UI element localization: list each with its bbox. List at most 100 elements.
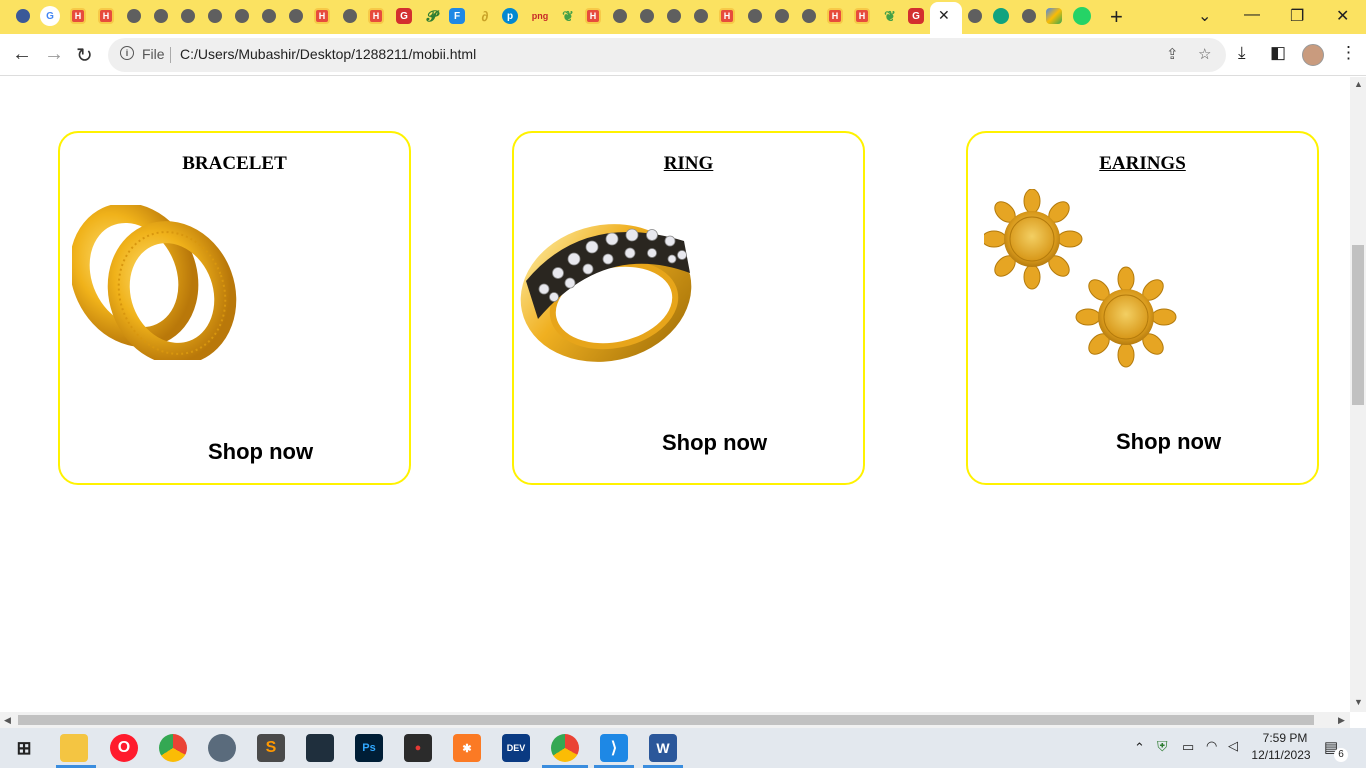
sublime-text-icon[interactable]: S: [257, 734, 285, 762]
share-icon[interactable]: ⇪: [1166, 45, 1179, 63]
scroll-left-icon[interactable]: ◀: [4, 715, 11, 726]
profile-avatar[interactable]: [1302, 44, 1324, 66]
divider: [170, 47, 171, 63]
dark-app-icon[interactable]: [306, 734, 334, 762]
clock-date[interactable]: 12/11/2023: [1248, 748, 1314, 762]
scroll-down-icon[interactable]: ▼: [1354, 697, 1363, 707]
forward-arrow-icon[interactable]: →: [44, 43, 64, 66]
globe-tab-icon[interactable]: [181, 9, 195, 23]
word-icon[interactable]: W: [649, 734, 677, 762]
h-tab-icon[interactable]: H: [585, 8, 601, 24]
chrome-profile-icon[interactable]: [551, 734, 579, 762]
info-icon[interactable]: i: [120, 46, 134, 60]
new-tab-button[interactable]: +: [1110, 4, 1123, 30]
globe-tab-icon[interactable]: [775, 9, 789, 23]
chrome-icon[interactable]: [159, 734, 187, 762]
g-tab-icon[interactable]: G: [908, 8, 924, 24]
link-tab-icon[interactable]: ∂: [475, 6, 495, 26]
whatsapp-tab-icon[interactable]: [1073, 7, 1091, 25]
back-arrow-icon[interactable]: ←: [12, 43, 32, 66]
globe-tab-icon[interactable]: [748, 9, 762, 23]
h-tab-icon[interactable]: H: [70, 8, 86, 24]
globe-tab-icon[interactable]: [262, 9, 276, 23]
f-tab-icon[interactable]: F: [449, 8, 465, 24]
openai-tab-icon[interactable]: [993, 8, 1009, 24]
notification-count: 6: [1334, 748, 1348, 762]
globe-tab-icon[interactable]: [343, 9, 357, 23]
scroll-up-icon[interactable]: ▲: [1354, 79, 1363, 89]
tray-chevron-icon[interactable]: ⌃: [1134, 740, 1145, 756]
browser-toolbar: ← → ↻ i File C:/Users/Mubashir/Desktop/1…: [0, 34, 1366, 76]
globe-tab-icon[interactable]: [968, 9, 982, 23]
horizontal-scroll-thumb[interactable]: [18, 715, 1314, 725]
globe-tab-icon[interactable]: [289, 9, 303, 23]
file-explorer-icon[interactable]: [60, 734, 88, 762]
globe-tab-icon[interactable]: [1022, 9, 1036, 23]
h-tab-icon[interactable]: H: [368, 8, 384, 24]
card-title-link[interactable]: RING: [514, 153, 863, 175]
shop-now-button[interactable]: Shop now: [208, 439, 313, 465]
menu-kebab-icon[interactable]: ⋮: [1340, 43, 1357, 63]
screen-recorder-icon[interactable]: ●: [404, 734, 432, 762]
h-tab-icon[interactable]: H: [98, 8, 114, 24]
h-tab-icon[interactable]: H: [827, 8, 843, 24]
p-tab-icon[interactable]: 𝓟: [422, 6, 442, 26]
dev-cpp-icon[interactable]: DEV: [502, 734, 530, 762]
opera-icon[interactable]: O: [110, 734, 138, 762]
windows-start-icon[interactable]: ⊞: [10, 734, 38, 762]
windows-taskbar: ⊞ O S Ps ● ✱ DEV ⟩ W ⌃ ⛨ ▭ ◠ ◁ 7:59 PM 1…: [0, 728, 1366, 768]
vertical-scrollbar[interactable]: ▲ ▼: [1350, 77, 1366, 712]
product-card-ring: RING Shop now: [512, 131, 865, 485]
card-title: BRACELET: [182, 153, 287, 174]
shop-now-button[interactable]: Shop now: [1116, 429, 1221, 455]
volume-icon[interactable]: ◁: [1228, 738, 1238, 754]
globe-tab-icon[interactable]: [802, 9, 816, 23]
url-text[interactable]: C:/Users/Mubashir/Desktop/1288211/mobii.…: [180, 46, 476, 62]
globe-tab-icon[interactable]: [640, 9, 654, 23]
tab-favicon-icon[interactable]: [16, 9, 30, 23]
globe-tab-icon[interactable]: [154, 9, 168, 23]
address-bar[interactable]: i File C:/Users/Mubashir/Desktop/1288211…: [108, 38, 1226, 72]
bookmark-star-icon[interactable]: ☆: [1198, 45, 1211, 63]
media-player-icon[interactable]: [208, 734, 236, 762]
globe-tab-icon[interactable]: [694, 9, 708, 23]
side-panel-icon[interactable]: ◧: [1270, 43, 1286, 63]
security-shield-icon[interactable]: ⛨: [1157, 738, 1168, 755]
card-title-link[interactable]: EARINGS: [968, 153, 1317, 175]
globe-tab-icon[interactable]: [208, 9, 222, 23]
tab-search-icon[interactable]: ⌄: [1198, 6, 1211, 26]
download-icon[interactable]: ⤓: [1238, 43, 1246, 63]
wifi-icon[interactable]: ◠: [1206, 738, 1217, 754]
p-tab-icon[interactable]: p: [502, 8, 518, 24]
tab-strip: G H H H H G 𝓟 F ∂ p png ❦ H H H H ❦ G ✕ …: [0, 0, 1366, 34]
earrings-image: [984, 189, 1177, 368]
horizontal-scrollbar[interactable]: ◀ ▶: [0, 712, 1350, 728]
leaf-tab-icon[interactable]: ❦: [558, 6, 578, 26]
globe-tab-icon[interactable]: [613, 9, 627, 23]
reload-icon[interactable]: ↻: [76, 43, 93, 68]
battery-icon[interactable]: ▭: [1182, 739, 1194, 755]
photoshop-icon[interactable]: Ps: [355, 734, 383, 762]
shop-now-button[interactable]: Shop now: [662, 430, 767, 456]
scroll-right-icon[interactable]: ▶: [1338, 715, 1345, 726]
vertical-scroll-thumb[interactable]: [1352, 245, 1364, 405]
png-tab-icon[interactable]: png: [528, 6, 552, 26]
close-tab-icon[interactable]: ✕: [938, 7, 950, 24]
bracelet-image: [72, 205, 237, 360]
h-tab-icon[interactable]: H: [719, 8, 735, 24]
g-tab-icon[interactable]: G: [396, 8, 412, 24]
h-tab-icon[interactable]: H: [314, 8, 330, 24]
globe-tab-icon[interactable]: [667, 9, 681, 23]
vscode-icon[interactable]: ⟩: [600, 734, 628, 762]
clock-time[interactable]: 7:59 PM: [1252, 731, 1318, 745]
leaf-tab-icon[interactable]: ❦: [880, 6, 900, 26]
colorful-tab-icon[interactable]: [1046, 8, 1062, 24]
restore-icon[interactable]: ❐: [1290, 6, 1304, 26]
xampp-icon[interactable]: ✱: [453, 734, 481, 762]
google-tab-icon[interactable]: G: [40, 6, 60, 26]
globe-tab-icon[interactable]: [235, 9, 249, 23]
close-window-icon[interactable]: ✕: [1336, 6, 1349, 26]
globe-tab-icon[interactable]: [127, 9, 141, 23]
h-tab-icon[interactable]: H: [854, 8, 870, 24]
minimize-icon[interactable]: —: [1244, 6, 1260, 24]
